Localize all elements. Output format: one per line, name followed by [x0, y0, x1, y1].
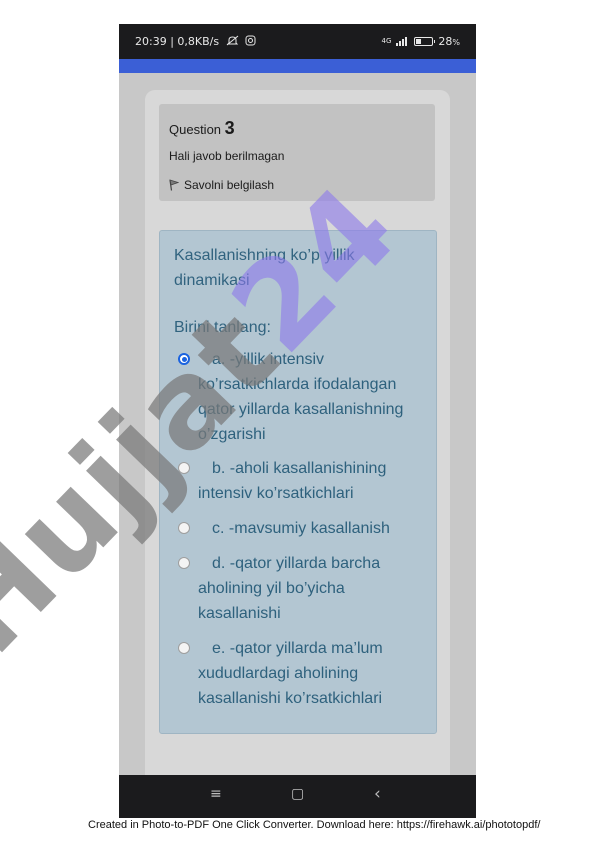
answer-prompt: Birini tanlang:	[174, 319, 271, 336]
question-label: Question 3	[169, 118, 235, 138]
app-header-bar	[119, 59, 476, 73]
answer-status: Hali javob berilmagan	[169, 149, 285, 163]
status-right: 4G 28%	[382, 35, 461, 48]
question-text: Kasallanishning ko’p yillik dinamikasi	[174, 247, 355, 289]
menu-icon[interactable]: ≡	[210, 786, 222, 802]
radio-e[interactable]	[178, 642, 190, 654]
battery-icon	[414, 37, 436, 46]
status-time-speed: 20:39 | 0,8KB/s	[135, 35, 220, 48]
option-text-c[interactable]: c. -mavsumiy kasallanish	[198, 516, 420, 541]
signal-icon	[396, 37, 409, 46]
home-icon[interactable]: ▢	[291, 786, 304, 802]
question-panel: Kasallanishning ko’p yillik dinamikasi B…	[159, 230, 437, 734]
option-text-e[interactable]: e. -qator yillarda ma’lum xududlardagi a…	[198, 636, 420, 711]
radio-d[interactable]	[178, 557, 190, 569]
status-left: 20:39 | 0,8KB/s	[135, 35, 256, 48]
back-icon[interactable]: ‹	[374, 784, 381, 804]
network-type: 4G	[381, 37, 392, 45]
radio-b[interactable]	[178, 462, 190, 474]
radio-a[interactable]	[178, 353, 190, 365]
instagram-icon	[245, 35, 256, 46]
status-bar: 20:39 | 0,8KB/s 4G 28%	[119, 24, 476, 59]
radio-c[interactable]	[178, 522, 190, 534]
question-number: 3	[224, 118, 235, 138]
flag-question-label: Savolni belgilash	[184, 178, 275, 192]
option-text-d[interactable]: d. -qator yillarda barcha aholining yil …	[198, 551, 420, 626]
phone-screen: 20:39 | 0,8KB/s 4G 28% Question 3 Hali j…	[119, 24, 476, 818]
converter-footer: Created in Photo-to-PDF One Click Conver…	[88, 819, 541, 831]
quiz-content: Question 3 Hali javob berilmagan Savolni…	[145, 90, 450, 810]
battery-percent: 28%	[438, 35, 460, 48]
system-nav-bar: ≡ ▢ ‹	[119, 775, 476, 818]
flag-icon	[169, 179, 179, 191]
no-alert-icon	[226, 35, 238, 46]
option-text-a[interactable]: a. -yillik intensiv ko’rsatkichlarda ifo…	[198, 347, 420, 447]
option-text-b[interactable]: b. -aholi kasallanishining intensiv ko’r…	[198, 456, 420, 506]
flag-question-button[interactable]: Savolni belgilash	[169, 178, 274, 192]
question-info-panel: Question 3 Hali javob berilmagan Savolni…	[159, 104, 435, 201]
